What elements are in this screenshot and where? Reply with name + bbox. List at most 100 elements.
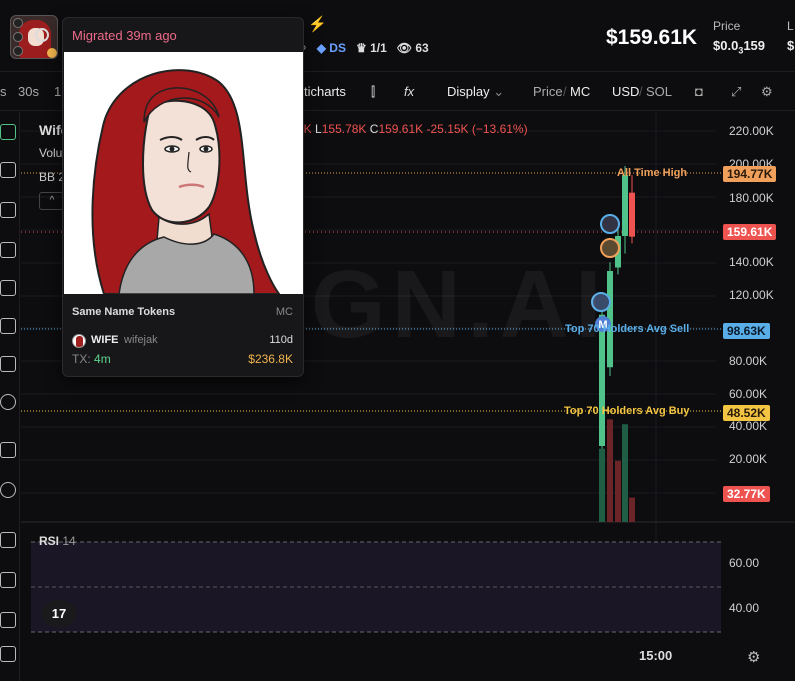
watchers-count[interactable]: 👁 63 [397,41,429,55]
x-axis-tick: 15:00 [639,648,673,663]
separator: / [639,84,643,99]
chart-settings-icon[interactable]: ⚙ [747,648,760,666]
volume-bar [629,497,635,522]
mc-toggle[interactable]: MC [570,84,590,99]
token-row-avatar[interactable] [72,334,86,348]
measure-tool-icon[interactable] [0,280,16,296]
fx-icon[interactable]: fx [404,84,414,99]
legend-volume[interactable]: Volu [39,146,62,160]
rsi-name: RSI [39,534,60,548]
price-suffix: 159 [743,38,766,53]
holders-ratio: 1/1 [370,40,387,55]
avg-buy-line-label: Top 70 Holders Avg Buy [564,405,690,417]
current-price-tag: 159.61K [723,224,777,240]
token-row-mc: $236.8K [248,352,293,366]
price-value: $0.03159 [713,38,765,56]
ohlc-readout: 7K L155.78K C159.61K -25.15K (−13.61%) [297,122,528,136]
edit-badge-icon[interactable] [47,48,57,58]
trend-line-tool-icon[interactable] [0,162,16,178]
search-icon[interactable] [35,28,49,42]
watermark: GN.AI [311,251,608,358]
globe-icon[interactable] [13,32,23,42]
candle-body[interactable] [629,192,635,237]
liquidity-value-cut: $ [787,38,795,53]
chevron-down-icon: ⌄ [493,84,505,99]
migrated-status: Migrated 39m ago [72,28,177,43]
copy-icon[interactable] [13,46,23,56]
interval-1[interactable]: 1 [54,84,61,99]
indicators-button[interactable]: ticharts [304,84,346,99]
avg-sell-price-tag: 98.63K [723,323,770,339]
price-label: Price [713,19,741,33]
rsi-legend[interactable]: RSI 14 [39,534,76,548]
token-row-age: 110d [269,334,293,346]
lock-tool-icon[interactable] [0,572,16,588]
y-axis-tick: 120.00K [729,288,774,302]
tx-label: TX: [72,352,91,366]
y-axis-tick: 60.00K [729,387,768,401]
sol-toggle[interactable]: SOL [646,84,672,99]
ath-price-tag: 194.77K [723,166,777,182]
mc-column-header: MC [275,306,293,318]
ds-label: DS [329,40,346,55]
token-image [64,52,303,294]
trader-marker[interactable] [600,214,620,234]
interval-30s[interactable]: 30s [18,84,39,99]
y-axis-tick: 220.00K [729,124,774,138]
y-axis-tick: 180.00K [729,191,774,205]
social-icon[interactable] [13,18,23,28]
ohlc-change: -25.15K (−13.61%) [426,122,528,136]
eye-tool-icon[interactable] [0,646,16,662]
zoom-tool-icon[interactable] [0,482,16,498]
brush-tool-icon[interactable] [0,318,16,334]
horizontal-lines-tool-icon[interactable] [0,202,16,218]
ruler-tool-icon[interactable] [0,442,16,458]
lightning-icon: ⚡ [308,16,327,33]
candle-type-icon[interactable]: ⫿ [371,84,375,100]
candle-body[interactable] [622,175,628,236]
magnet-tool-icon[interactable] [0,532,16,548]
ath-line-label: All Time High [617,167,688,179]
volume-bar [599,448,605,522]
text-tool-icon[interactable] [0,356,16,372]
lock-all-tool-icon[interactable] [0,612,16,628]
wojak-illustration [91,69,281,294]
volume-bar [622,424,628,522]
token-popover: Migrated 39m ago Same Name Tokens MC WIF… [62,17,304,377]
tradingview-logo[interactable]: 17 [41,600,77,628]
watchers-value: 63 [415,40,429,55]
interval-s[interactable]: s [0,84,7,99]
camera-icon[interactable]: ◘ [695,84,703,99]
rsi-tick: 60.00 [729,556,760,570]
pattern-tool-icon[interactable] [0,242,16,258]
token-avatar[interactable] [10,15,58,59]
dex-screener-link[interactable]: ◆ DS [317,41,346,55]
same-name-tokens-title: Same Name Tokens [72,306,176,318]
rsi-tick: 40.00 [729,601,760,615]
header-stats: ⌕ ◆ DS ♛ 1/1 👁 63 [300,40,429,55]
usd-toggle[interactable]: USD [612,84,639,99]
price-prefix: $0.0 [713,38,739,53]
ohlc-low-label: L [315,122,322,136]
emoji-tool-icon[interactable] [0,394,16,410]
rsi-period: 14 [62,534,76,548]
y-axis-tick: 40.00K [729,419,768,433]
volume-bar [615,460,621,522]
token-row-name[interactable]: wifejak [124,334,158,346]
fullscreen-icon[interactable]: ⤢ [731,84,741,100]
token-row-symbol[interactable]: WIFE [91,334,119,346]
avg-sell-line-label: Top 70 Holders Avg Sell [565,323,690,335]
settings-icon[interactable]: ⚙ [761,84,773,100]
display-dropdown[interactable]: Display ⌄ [447,84,504,100]
price-toggle[interactable]: Price [533,84,563,99]
volume-bar [607,419,613,522]
liquidity-label-cut: L [787,19,794,33]
y-axis-tick: 20.00K [729,452,768,466]
avg-buy-price-tag: 48.52K [723,405,770,421]
ohlc-close-value: 159.61K [378,122,424,136]
tx-value: 4m [94,352,111,366]
y-axis-tick: 140.00K [729,255,774,269]
crosshair-tool-icon[interactable] [0,124,16,140]
ohlc-low-value: 155.78K [321,122,367,136]
holders-crown[interactable]: ♛ 1/1 [356,41,387,55]
